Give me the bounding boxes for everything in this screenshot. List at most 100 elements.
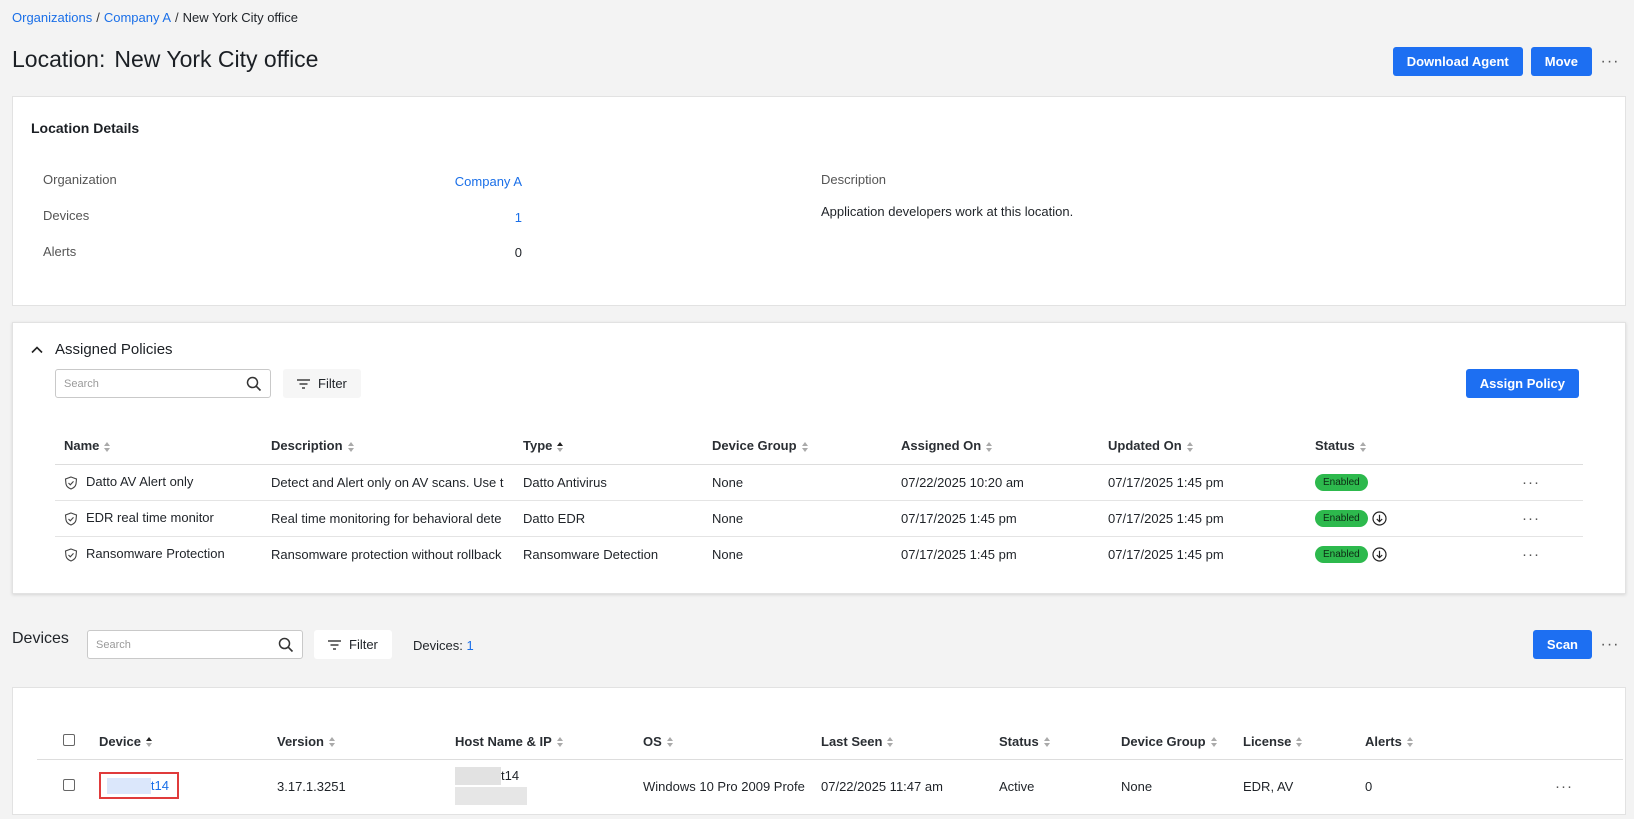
col-header-version[interactable]: Version: [265, 724, 443, 760]
policy-search[interactable]: [55, 369, 271, 398]
redacted-block: [107, 777, 151, 794]
col-header-device-group[interactable]: Device Group: [1109, 724, 1231, 760]
col-header-name[interactable]: Name: [55, 428, 262, 465]
scan-button[interactable]: Scan: [1532, 630, 1592, 659]
policies-header-row: Name Description Type Device Group Assig…: [55, 428, 1583, 465]
policy-description: Real time monitoring for behavioral dete: [262, 500, 514, 537]
row-more-icon[interactable]: ···: [1522, 510, 1540, 527]
description-value: Application developers work at this loca…: [821, 204, 1074, 219]
device-filter-button[interactable]: Filter: [314, 630, 392, 659]
policy-name[interactable]: EDR real time monitor: [86, 510, 214, 525]
alerts-label: Alerts: [43, 244, 77, 259]
col-header-os[interactable]: OS: [631, 724, 809, 760]
device-alerts: 0: [1365, 779, 1373, 795]
policy-row[interactable]: EDR real time monitor Real time monitori…: [55, 500, 1583, 537]
assign-policy-button[interactable]: Assign Policy: [1465, 369, 1579, 398]
select-all-checkbox[interactable]: [63, 733, 75, 746]
sort-icon[interactable]: [103, 441, 111, 453]
policy-name[interactable]: Datto AV Alert only: [86, 474, 193, 489]
download-circle-icon[interactable]: [1372, 510, 1387, 526]
policy-row[interactable]: Datto AV Alert only Detect and Alert onl…: [55, 464, 1583, 501]
col-header-last-seen[interactable]: Last Seen: [809, 724, 987, 760]
policy-filter-button[interactable]: Filter: [283, 369, 361, 398]
breadcrumb-organizations[interactable]: Organizations: [12, 10, 92, 25]
chevron-up-icon[interactable]: [31, 344, 43, 356]
breadcrumb-separator: /: [96, 10, 100, 25]
col-header-device-group[interactable]: Device Group: [703, 428, 892, 465]
col-header-host-name[interactable]: Host Name & IP: [443, 724, 631, 760]
col-header-updated-on[interactable]: Updated On: [1099, 428, 1306, 465]
sort-icon[interactable]: [328, 736, 336, 748]
device-search[interactable]: [87, 630, 303, 659]
col-header-description[interactable]: Description: [262, 428, 514, 465]
more-options-icon[interactable]: ···: [1600, 53, 1620, 70]
sort-icon[interactable]: [556, 736, 564, 748]
devices-actions: Scan ···: [1532, 630, 1620, 659]
col-header-assigned-on[interactable]: Assigned On: [892, 428, 1099, 465]
search-icon[interactable]: [246, 376, 262, 392]
policy-name[interactable]: Ransomware Protection: [86, 546, 225, 561]
policy-updated-on: 07/17/2025 1:45 pm: [1099, 500, 1306, 537]
sort-icon[interactable]: [1295, 736, 1303, 748]
sort-icon[interactable]: [666, 736, 674, 748]
device-link-highlight[interactable]: t14: [99, 771, 179, 799]
sort-icon[interactable]: [1406, 736, 1414, 748]
sort-icon[interactable]: [1043, 736, 1051, 748]
assigned-policies-header[interactable]: Assigned Policies: [31, 341, 173, 358]
policy-updated-on: 07/17/2025 1:45 pm: [1099, 464, 1306, 501]
col-header-status[interactable]: Status: [1306, 428, 1513, 465]
status-badge: Enabled: [1315, 509, 1368, 527]
filter-icon: [328, 639, 341, 650]
policy-row[interactable]: Ransomware Protection Ransomware protect…: [55, 536, 1583, 572]
sort-ascending-icon[interactable]: [556, 441, 564, 453]
policy-filter-label: Filter: [318, 376, 347, 391]
devices-count-link[interactable]: 1: [515, 210, 522, 225]
device-name-link[interactable]: t14: [151, 778, 169, 793]
devices-count-value[interactable]: 1: [466, 638, 473, 653]
device-version: 3.17.1.3251: [277, 779, 346, 795]
organization-value-wrap: Company A: [402, 174, 522, 189]
policy-type: Ransomware Detection: [523, 546, 659, 562]
policy-type: Datto Antivirus: [514, 464, 703, 501]
move-button[interactable]: Move: [1530, 47, 1592, 76]
sort-icon[interactable]: [801, 441, 809, 453]
page-title-prefix: Location:: [12, 46, 106, 72]
devices-count: Devices: 1: [413, 638, 474, 653]
sort-icon[interactable]: [886, 736, 894, 748]
device-row[interactable]: t14 3.17.1.3251 t14 Windows 10 Pro 2009 …: [37, 759, 1623, 814]
sort-icon[interactable]: [1210, 736, 1218, 748]
search-icon[interactable]: [278, 637, 294, 653]
col-header-license[interactable]: License: [1231, 724, 1353, 760]
policy-search-input[interactable]: [64, 377, 214, 390]
sort-icon[interactable]: [1359, 441, 1367, 453]
sort-icon[interactable]: [985, 441, 993, 453]
more-options-icon[interactable]: ···: [1600, 636, 1620, 653]
shield-check-icon: [64, 512, 78, 526]
policy-description: Detect and Alert only on AV scans. Use t: [262, 464, 514, 501]
download-circle-icon[interactable]: [1372, 547, 1387, 562]
row-more-icon[interactable]: ···: [1522, 546, 1540, 563]
col-header-alerts[interactable]: Alerts: [1353, 724, 1543, 760]
devices-card: Device Version Host Name & IP OS Last Se…: [12, 687, 1626, 815]
location-details-card: Location Details Organization Company A …: [12, 96, 1626, 306]
host-name-ip: t14: [455, 766, 631, 807]
col-header-device[interactable]: Device: [87, 724, 265, 760]
status-badge: Enabled: [1315, 473, 1368, 491]
organization-label: Organization: [43, 172, 117, 187]
col-header-status[interactable]: Status: [987, 724, 1109, 760]
sort-icon[interactable]: [347, 441, 355, 453]
breadcrumb-company[interactable]: Company A: [104, 10, 171, 25]
col-header-type[interactable]: Type: [514, 428, 703, 465]
organization-link[interactable]: Company A: [455, 174, 522, 189]
assigned-policies-card: Assigned Policies Filter Assign Policy N…: [12, 322, 1626, 594]
download-agent-button[interactable]: Download Agent: [1392, 47, 1523, 76]
row-more-icon[interactable]: ···: [1555, 778, 1573, 795]
breadcrumb-current: New York City office: [182, 10, 299, 25]
status-badge: Enabled: [1315, 545, 1368, 563]
row-more-icon[interactable]: ···: [1522, 474, 1540, 491]
sort-ascending-icon[interactable]: [145, 736, 153, 748]
row-checkbox[interactable]: [63, 779, 75, 792]
device-os: Windows 10 Pro 2009 Profe: [643, 779, 805, 795]
sort-icon[interactable]: [1186, 441, 1194, 453]
device-search-input[interactable]: [96, 638, 246, 651]
